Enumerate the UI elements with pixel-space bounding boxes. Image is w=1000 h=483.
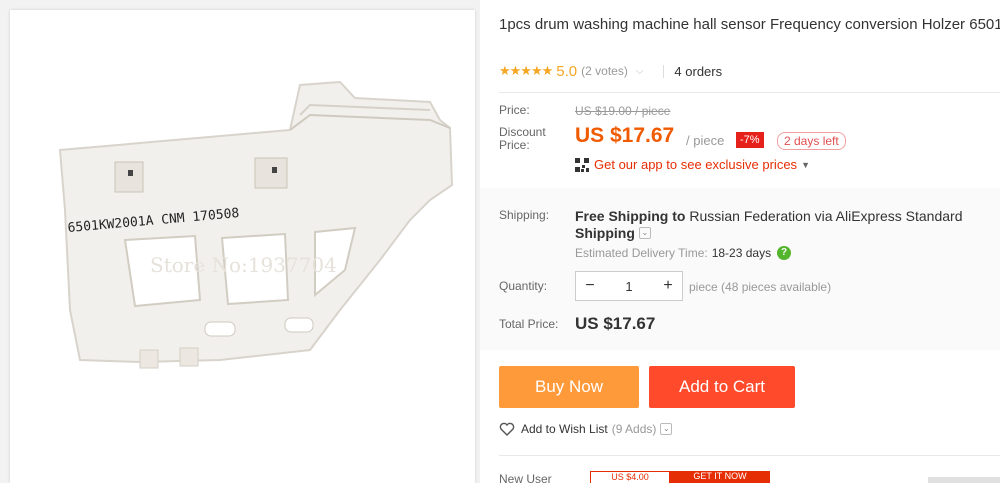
buy-now-button[interactable]: Buy Now xyxy=(499,366,639,408)
add-to-wishlist-link[interactable]: Add to Wish List (9 Adds) ⌄ xyxy=(499,422,673,436)
new-user-label: New User xyxy=(499,472,552,483)
wishlist-label: Add to Wish List xyxy=(521,422,608,436)
product-info-panel: 1pcs drum washing machine hall sensor Fr… xyxy=(480,0,1000,483)
delivery-value: 18-23 days xyxy=(711,246,772,260)
shipping-label: Shipping: xyxy=(499,208,550,222)
quantity-availability: piece (48 pieces available) xyxy=(689,280,832,294)
new-user-coupon[interactable]: US $4.00 GET IT NOW xyxy=(590,471,770,483)
divider xyxy=(499,455,1000,456)
divider xyxy=(663,64,665,78)
total-price-label: Total Price: xyxy=(499,317,559,331)
discount-price: US $17.67 xyxy=(575,124,675,147)
discount-badge: -7% xyxy=(736,132,764,148)
store-watermark: Store No:1937704 xyxy=(150,253,337,277)
wishlist-count: (9 Adds) xyxy=(611,422,657,436)
quantity-input[interactable]: 1 xyxy=(604,279,654,294)
days-left-badge: 2 days left xyxy=(777,132,846,150)
free-shipping-text: Free Shipping to xyxy=(575,208,686,224)
rating-value: 5.0 xyxy=(556,62,578,80)
shipping-method-name: Shipping xyxy=(575,225,635,241)
delivery-label: Estimated Delivery Time: xyxy=(575,246,708,260)
coupon-value: US $4.00 xyxy=(590,471,670,483)
quantity-decrease-button[interactable]: − xyxy=(576,277,604,295)
quantity-label: Quantity: xyxy=(499,279,548,293)
heart-icon xyxy=(499,422,515,436)
help-icon[interactable]: ? xyxy=(777,246,792,260)
rating-row: ★★★★★ 5.0 (2 votes) ⌵ 4 orders xyxy=(499,62,722,80)
shipping-method: Free Shipping to Russian Federation via … xyxy=(575,207,1000,225)
quantity-stepper: − 1 + xyxy=(575,271,683,301)
quantity-increase-button[interactable]: + xyxy=(654,277,682,295)
qr-code-icon xyxy=(575,157,589,172)
original-price: US $19.00 / piece xyxy=(575,104,671,118)
wishlist-dropdown-icon[interactable]: ⌄ xyxy=(660,423,673,435)
divider xyxy=(499,92,1000,93)
product-title: 1pcs drum washing machine hall sensor Fr… xyxy=(499,16,1000,33)
product-image: 6501KW2001A CNM 170508 Store No:1937704 xyxy=(10,10,475,483)
shipping-dropdown-icon[interactable]: ⌄ xyxy=(638,227,651,239)
delivery-estimate: Estimated Delivery Time: 18-23 days ? xyxy=(575,246,792,260)
vote-count[interactable]: (2 votes) xyxy=(581,64,628,78)
side-widget xyxy=(928,477,1000,483)
discount-price-label-2: Price: xyxy=(499,138,530,152)
product-image-panel[interactable]: 6501KW2001A CNM 170508 Store No:1937704 xyxy=(10,10,475,483)
price-label: Price: xyxy=(499,103,530,117)
add-to-cart-button[interactable]: Add to Cart xyxy=(649,366,795,408)
shipping-method-line2: Shipping ⌄ xyxy=(575,225,651,241)
shipping-destination: Russian Federation via AliExpress Standa… xyxy=(689,208,963,224)
per-piece-unit: / piece xyxy=(686,133,725,148)
chevron-down-icon[interactable]: ⌵ xyxy=(636,66,644,77)
get-coupon-button[interactable]: GET IT NOW xyxy=(670,471,770,483)
star-rating-icon: ★★★★★ xyxy=(499,63,553,78)
order-count: 4 orders xyxy=(674,63,723,79)
caret-down-icon: ▼ xyxy=(801,159,810,170)
app-promo-link[interactable]: Get our app to see exclusive prices ▼ xyxy=(575,157,810,172)
app-promo-text: Get our app to see exclusive prices xyxy=(594,157,798,172)
total-price: US $17.67 xyxy=(575,314,656,333)
